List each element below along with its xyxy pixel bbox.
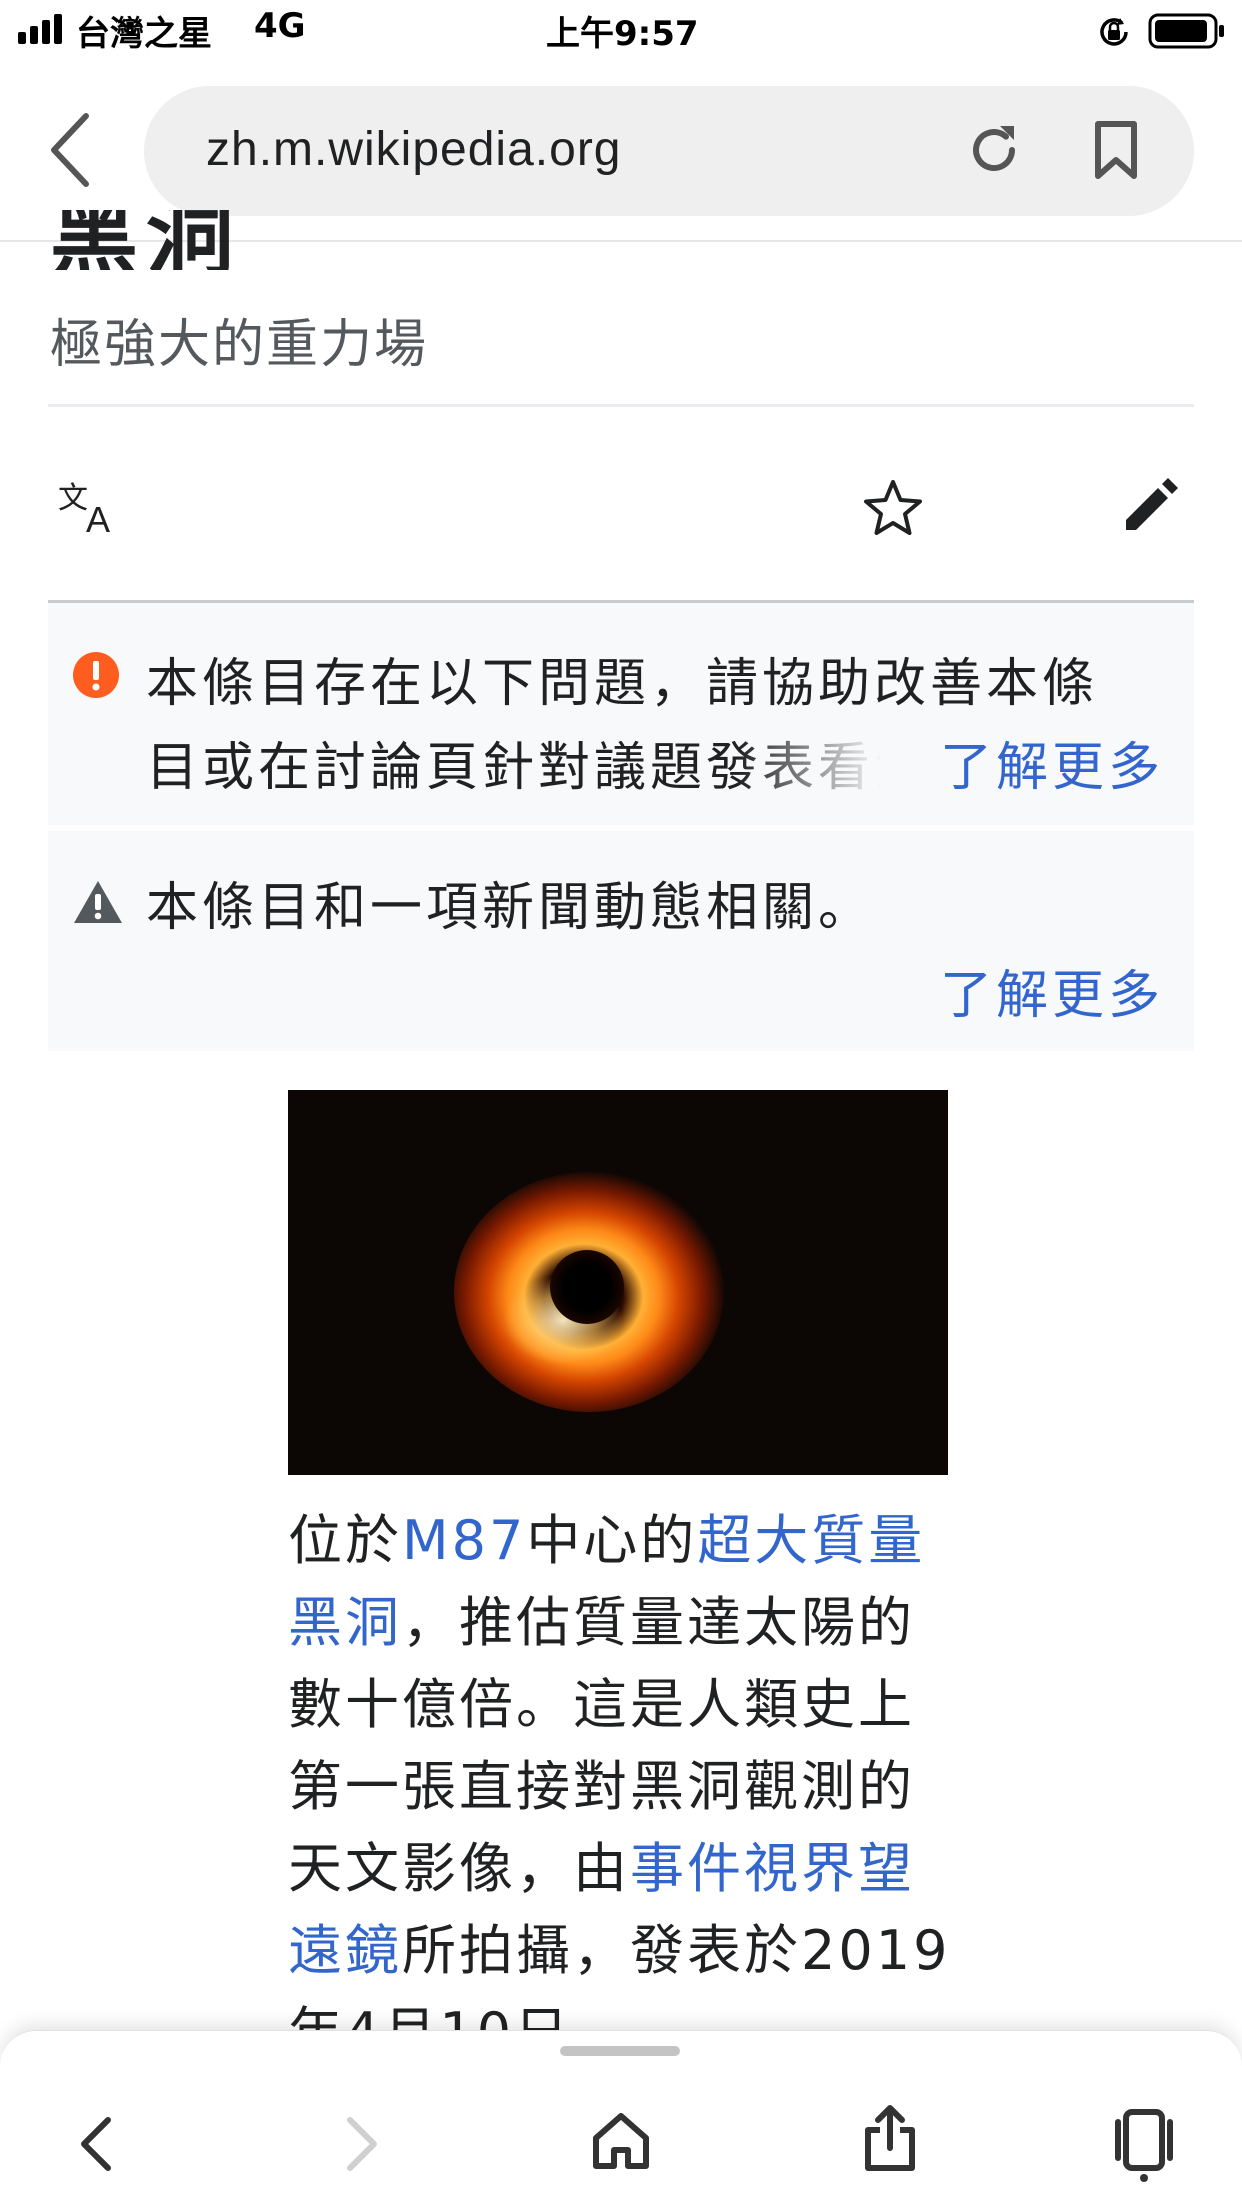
svg-text:文: 文 (58, 481, 88, 516)
notice-text-line1: 本條目存在以下問題，請協助改善本條 (146, 654, 1099, 714)
learn-more-link[interactable]: 了解更多 (940, 953, 1164, 1028)
toolbar-handle[interactable] (560, 2046, 680, 2056)
language-icon[interactable]: 文 A (58, 478, 124, 536)
home-icon[interactable] (592, 2112, 650, 2170)
carrier-name: 台灣之星 (76, 14, 212, 54)
reload-icon[interactable] (964, 120, 1024, 180)
black-hole-image[interactable] (288, 1090, 948, 1475)
link-m87[interactable]: M87 (402, 1509, 526, 1572)
rotation-lock-icon (1100, 18, 1128, 46)
url-text[interactable]: zh.m.wikipedia.org (206, 122, 622, 177)
page-subtitle: 極強大的重力場 (50, 315, 429, 375)
back-arrow-icon[interactable] (78, 2116, 114, 2172)
svg-text:A: A (86, 499, 110, 536)
chevron-left-icon[interactable] (46, 110, 94, 190)
status-bar: 台灣之星 4G 上午9:57 (0, 0, 1242, 62)
divider (48, 404, 1194, 407)
tabs-icon[interactable] (1112, 2108, 1176, 2182)
bookmark-icon[interactable] (1092, 120, 1140, 180)
clock: 上午9:57 (546, 14, 699, 54)
issue-notice[interactable]: 本條目存在以下問題，請協助改善本條 目或在討論頁針對議題發表看法 了解更多 (48, 603, 1194, 825)
page-title: 黑洞 (50, 210, 243, 270)
forward-arrow-icon[interactable] (344, 2116, 380, 2172)
error-circle-icon (73, 652, 119, 698)
notice-text: 本條目和一項新聞動態相關。 (146, 878, 875, 938)
star-icon[interactable] (862, 478, 924, 540)
text-fade (738, 723, 898, 793)
address-bar[interactable]: zh.m.wikipedia.org (144, 86, 1194, 216)
warning-triangle-icon (74, 881, 122, 923)
share-icon[interactable] (862, 2104, 918, 2172)
battery-icon (1148, 13, 1224, 49)
image-caption: 位於M87中心的超大質量黑洞，推估質量達太陽的數十億倍。這是人類史上第一張直接對… (288, 1509, 951, 2064)
learn-more-link[interactable]: 了解更多 (940, 725, 1164, 800)
pencil-icon[interactable] (1120, 474, 1182, 536)
network-type: 4G (254, 6, 306, 46)
news-notice[interactable]: 本條目和一項新聞動態相關。 了解更多 (48, 831, 1194, 1051)
